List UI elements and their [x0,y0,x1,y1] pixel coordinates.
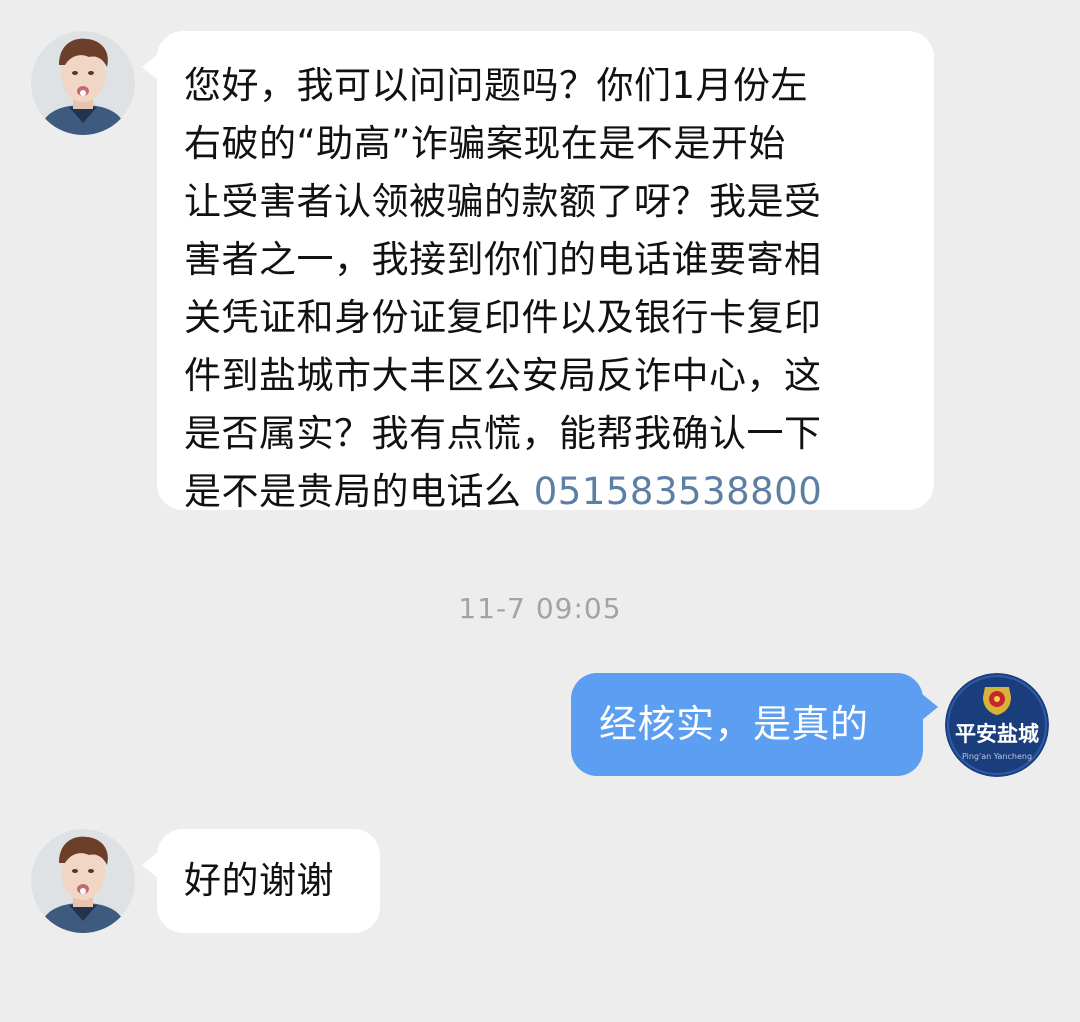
user-avatar[interactable] [31,31,135,135]
message-line: 件到盐城市大丰区公安局反诈中心，这 [184,354,822,397]
bubble-tail [142,852,158,878]
message-line-text: 是不是贵局的电话么 [184,470,534,513]
message-line: 您好，我可以问问题吗？你们1月份左 [184,64,809,107]
message-line: 是否属实？我有点慌，能帮我确认一下 [184,412,822,455]
message-line: 关凭证和身份证复印件以及银行卡复印 [184,296,822,339]
user-avatar[interactable] [31,829,135,933]
badge-title: 平安盐城 [955,721,1039,746]
message-line: 右破的“助高”诈骗案现在是不是开始 [184,122,786,165]
message-bubble-thanks[interactable]: 好的谢谢 [157,829,380,933]
phone-number-link[interactable]: 051583538800 [534,470,823,513]
police-badge-icon: 平安盐城 Ping'an Yancheng [945,673,1049,777]
message-bubble-reply[interactable]: 经核实，是真的 [571,673,923,776]
message-line: 害者之一，我接到你们的电话谁要寄相 [184,238,822,281]
message-timestamp: 11-7 09:05 [458,592,622,625]
thanks-text: 好的谢谢 [184,859,334,902]
message-line-last: 是不是贵局的电话么 051583538800 [184,463,934,521]
badge-subtitle: Ping'an Yancheng [962,752,1032,761]
reply-text: 经核实，是真的 [599,702,869,746]
police-avatar[interactable]: 平安盐城 Ping'an Yancheng [945,673,1049,777]
user-avatar-photo [31,31,135,135]
bubble-tail [922,694,938,720]
message-line: 让受害者认领被骗的款额了呀？我是受 [184,180,822,223]
message-bubble-question[interactable]: 您好，我可以问问题吗？你们1月份左 右破的“助高”诈骗案现在是不是开始 让受害者… [157,31,934,513]
user-avatar-photo [31,829,135,933]
bubble-tail [142,54,158,80]
